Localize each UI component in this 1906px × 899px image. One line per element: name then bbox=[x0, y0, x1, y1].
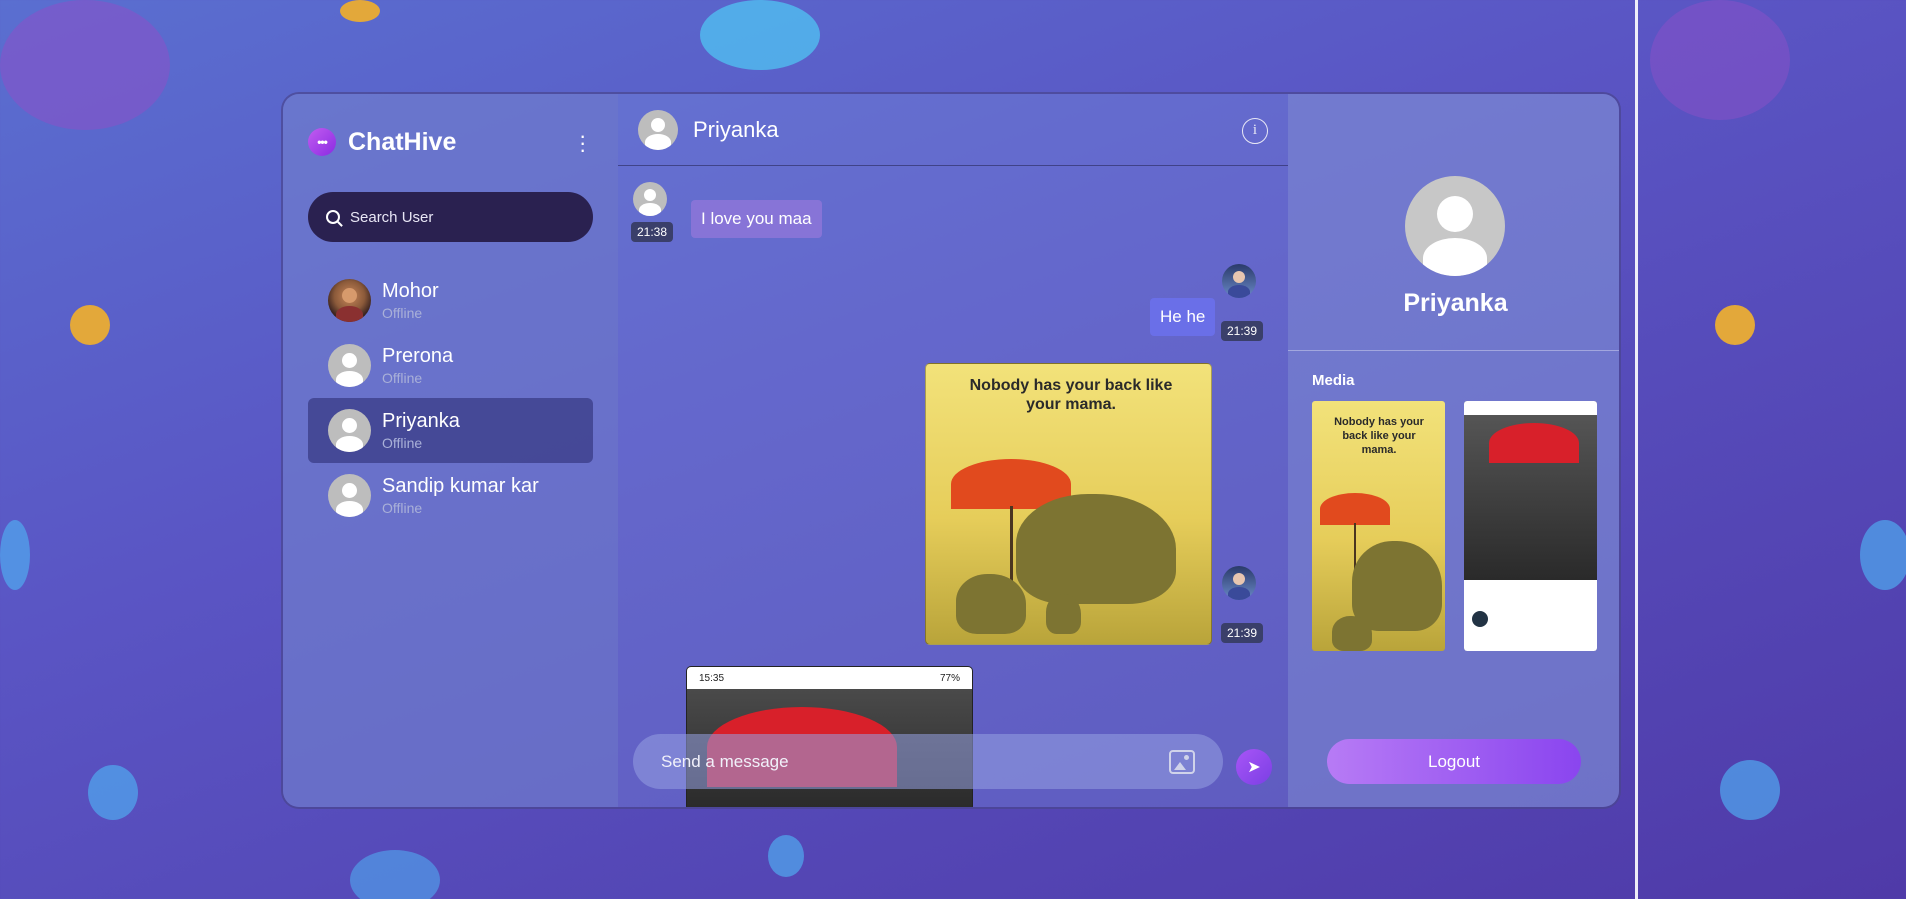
profile-panel: Priyanka Media Nobody has your back like… bbox=[1288, 94, 1619, 807]
media-heading: Media bbox=[1312, 372, 1355, 389]
profile-name: Priyanka bbox=[1403, 289, 1508, 317]
message-bubble: I love you maa bbox=[691, 200, 822, 238]
info-icon[interactable]: i bbox=[1242, 118, 1268, 144]
bg-bubble bbox=[0, 520, 30, 590]
brand-header: ••• ChatHive · · · bbox=[308, 94, 593, 190]
window-edge bbox=[1635, 0, 1638, 899]
avatar bbox=[328, 409, 371, 452]
chat-header: Priyanka i bbox=[618, 94, 1288, 166]
sender-avatar bbox=[633, 182, 667, 216]
user-item-mohor[interactable]: Mohor Offline bbox=[308, 268, 593, 333]
search-input[interactable] bbox=[350, 208, 570, 226]
more-vertical-icon[interactable]: · · · bbox=[579, 125, 586, 161]
bg-bubble bbox=[340, 0, 380, 22]
bg-bubble bbox=[70, 305, 110, 345]
my-avatar bbox=[1222, 566, 1256, 600]
chat-bubble-logo-icon: ••• bbox=[308, 128, 336, 156]
bg-bubble bbox=[768, 835, 804, 877]
divider bbox=[1288, 350, 1619, 351]
contact-name: Priyanka bbox=[693, 116, 779, 142]
search-bar[interactable] bbox=[308, 192, 593, 242]
bg-bubble bbox=[88, 765, 138, 820]
user-item-sandip[interactable]: Sandip kumar kar Offline bbox=[308, 463, 593, 528]
sidebar: ••• ChatHive ··· Mohor Offline Prerona O… bbox=[283, 94, 618, 807]
bg-bubble bbox=[0, 0, 170, 130]
user-item-prerona[interactable]: Prerona Offline bbox=[308, 333, 593, 398]
message-time: 21:39 bbox=[1221, 623, 1264, 643]
message-input[interactable] bbox=[661, 751, 1169, 772]
message-bubble: He he bbox=[1150, 298, 1216, 336]
user-name: Prerona bbox=[382, 345, 454, 367]
bg-bubble bbox=[1650, 0, 1790, 120]
bg-bubble bbox=[1715, 305, 1755, 345]
avatar bbox=[328, 279, 371, 322]
elephant-poster-image[interactable]: Nobody has your back like your mama. bbox=[925, 363, 1212, 645]
bg-bubble bbox=[700, 0, 820, 70]
media-thumb-elephant[interactable]: Nobody has your back like your mama. bbox=[1312, 401, 1445, 651]
user-name: Sandip kumar kar bbox=[382, 475, 539, 497]
chat-app-window: ••• ChatHive ··· Mohor Offline Prerona O… bbox=[281, 92, 1621, 809]
poster-caption: Nobody has your back like your mama. bbox=[969, 377, 1173, 413]
user-status: Offline bbox=[382, 370, 423, 386]
phone-battery: 77% bbox=[939, 672, 960, 684]
avatar bbox=[328, 344, 371, 387]
phone-status-time: 15:35 bbox=[699, 672, 725, 684]
avatar bbox=[328, 474, 371, 517]
my-avatar bbox=[1222, 264, 1256, 298]
message-time: 21:38 bbox=[631, 222, 674, 242]
user-status: Offline bbox=[382, 305, 423, 321]
thumb-caption: Nobody has your back like your mama. bbox=[1334, 416, 1424, 456]
user-list: Mohor Offline Prerona Offline Priyanka O… bbox=[308, 268, 593, 528]
search-icon bbox=[326, 210, 340, 224]
message-composer bbox=[633, 734, 1223, 789]
bg-bubble bbox=[350, 850, 440, 899]
user-status: Offline bbox=[382, 435, 423, 451]
phone-status-bar: 15:35 77% bbox=[687, 667, 972, 689]
bg-bubble bbox=[1860, 520, 1906, 590]
app-title: ChatHive bbox=[348, 127, 457, 156]
media-thumb-screenshot[interactable] bbox=[1464, 401, 1597, 651]
bg-bubble bbox=[1720, 760, 1780, 820]
user-status: Offline bbox=[382, 500, 423, 516]
image-attach-icon[interactable] bbox=[1169, 749, 1195, 774]
user-name: Priyanka bbox=[382, 410, 460, 432]
send-button[interactable]: ➤ bbox=[1236, 749, 1272, 785]
logout-button[interactable]: Logout bbox=[1327, 739, 1581, 784]
user-name: Mohor bbox=[382, 280, 439, 302]
profile-avatar bbox=[1405, 176, 1505, 276]
message-time: 21:39 bbox=[1221, 321, 1264, 341]
chat-pane: Priyanka i 21:38 I love you maa He he 21… bbox=[618, 94, 1288, 807]
user-item-priyanka[interactable]: Priyanka Offline bbox=[308, 398, 593, 463]
contact-avatar bbox=[638, 109, 678, 150]
